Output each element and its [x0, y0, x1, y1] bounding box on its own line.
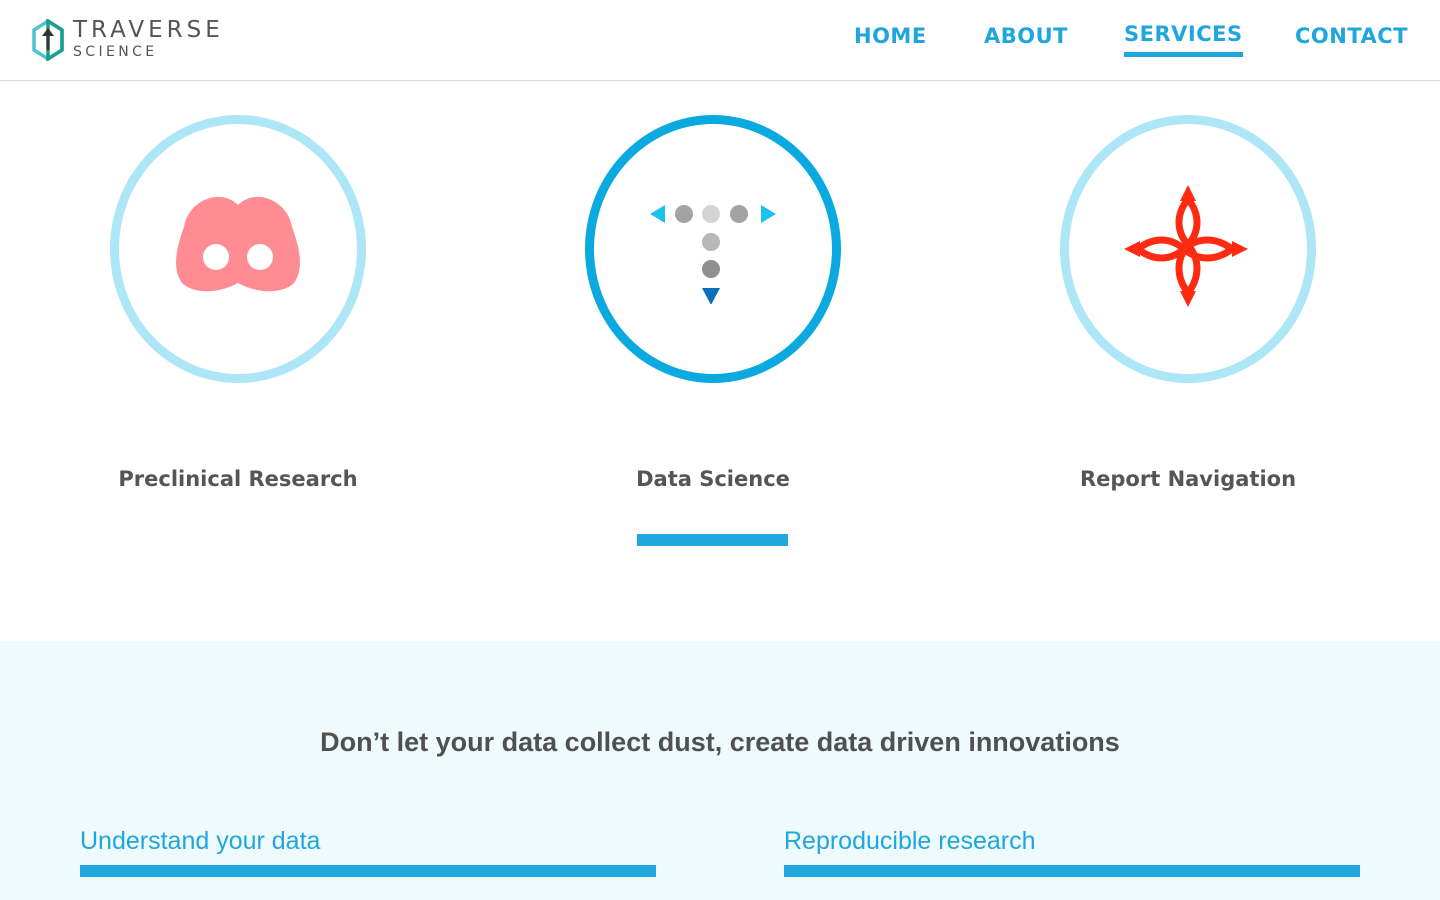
site-header: TRAVERSE SCIENCE HOME ABOUT SERVICES CON… — [0, 0, 1440, 81]
service-circle[interactable] — [585, 115, 841, 383]
service-label[interactable]: Data Science — [485, 467, 941, 491]
service-report-navigation[interactable]: Report Navigation — [1060, 115, 1316, 491]
service-label[interactable]: Preclinical Research — [10, 467, 466, 491]
pig-snout-icon — [176, 196, 300, 292]
traverse-logo-icon — [32, 18, 64, 61]
data-dots-icon — [650, 205, 776, 304]
feature-title[interactable]: Understand your data — [80, 827, 656, 856]
service-data-science[interactable]: Data Science — [585, 115, 841, 491]
site-logo[interactable]: TRAVERSE SCIENCE — [32, 18, 224, 61]
service-label[interactable]: Report Navigation — [960, 467, 1416, 491]
feature-bar — [784, 865, 1360, 877]
feature-bar — [80, 865, 656, 877]
nav-contact[interactable]: CONTACT — [1295, 24, 1408, 48]
service-circle[interactable] — [1060, 115, 1316, 383]
nav-home[interactable]: HOME — [854, 24, 927, 48]
feature-section: Don’t let your data collect dust, create… — [0, 641, 1440, 900]
service-circle[interactable] — [110, 115, 366, 383]
feature-reproducible-research[interactable]: Reproducible research — [784, 827, 1360, 877]
nav-about[interactable]: ABOUT — [984, 24, 1068, 48]
compass-arrows-icon — [1124, 185, 1248, 307]
service-preclinical-research[interactable]: Preclinical Research — [110, 115, 366, 491]
nav-services[interactable]: SERVICES — [1124, 22, 1243, 57]
brand-name: TRAVERSE — [73, 17, 224, 43]
section-tagline: Don’t let your data collect dust, create… — [320, 727, 1120, 757]
active-service-indicator — [637, 534, 788, 546]
brand-subtitle: SCIENCE — [73, 44, 158, 60]
feature-title[interactable]: Reproducible research — [784, 827, 1360, 856]
feature-understand-data[interactable]: Understand your data — [80, 827, 656, 877]
